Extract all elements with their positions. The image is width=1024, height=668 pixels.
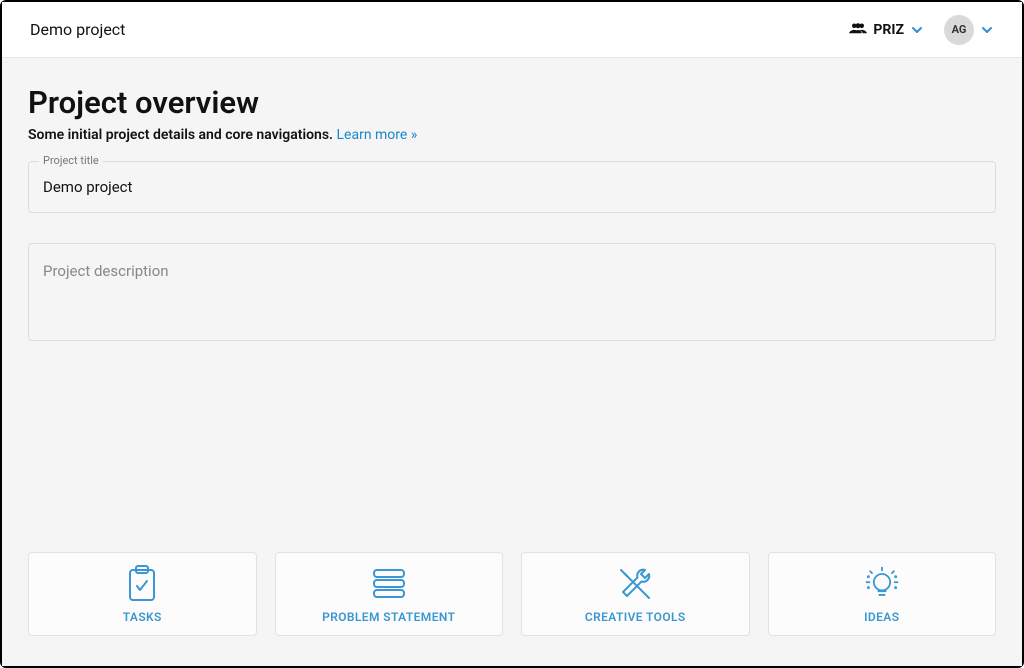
nav-card-ideas[interactable]: IDEAS	[768, 552, 997, 636]
project-name: Demo project	[30, 20, 125, 39]
clipboard-check-icon	[122, 564, 162, 604]
chevron-down-icon	[910, 23, 924, 37]
user-menu[interactable]: AG	[944, 15, 994, 45]
page-subtitle: Some initial project details and core na…	[28, 127, 996, 143]
topbar-right: PRIZ AG	[849, 15, 994, 45]
nav-card-creative-tools[interactable]: CREATIVE TOOLS	[521, 552, 750, 636]
workspace-label: PRIZ	[873, 22, 904, 38]
project-description-field-wrap	[28, 243, 996, 341]
subtitle-text: Some initial project details and core na…	[28, 127, 333, 143]
nav-card-label: PROBLEM STATEMENT	[322, 610, 455, 624]
nav-card-tasks[interactable]: TASKS	[28, 552, 257, 636]
tools-icon	[615, 564, 655, 604]
nav-cards: TASKS PROBLEM STATEMENT C	[28, 552, 996, 636]
nav-card-problem-statement[interactable]: PROBLEM STATEMENT	[275, 552, 504, 636]
nav-card-label: TASKS	[123, 610, 162, 624]
stack-icon	[369, 564, 409, 604]
nav-card-label: CREATIVE TOOLS	[585, 610, 686, 624]
learn-more-link[interactable]: Learn more »	[337, 127, 418, 143]
topbar: Demo project PRIZ AG	[2, 2, 1022, 58]
lightbulb-icon	[862, 564, 902, 604]
nav-card-label: IDEAS	[864, 610, 899, 624]
project-description-input[interactable]	[29, 244, 995, 336]
page-title: Project overview	[28, 84, 996, 121]
project-title-label: Project title	[39, 154, 103, 167]
main-content: Project overview Some initial project de…	[2, 58, 1022, 666]
chevron-down-icon	[980, 23, 994, 37]
avatar: AG	[944, 15, 974, 45]
project-title-field-wrap: Project title	[28, 161, 996, 213]
project-title-input[interactable]	[29, 162, 995, 212]
workspace-switcher[interactable]: PRIZ	[849, 21, 924, 39]
users-icon	[849, 21, 867, 39]
